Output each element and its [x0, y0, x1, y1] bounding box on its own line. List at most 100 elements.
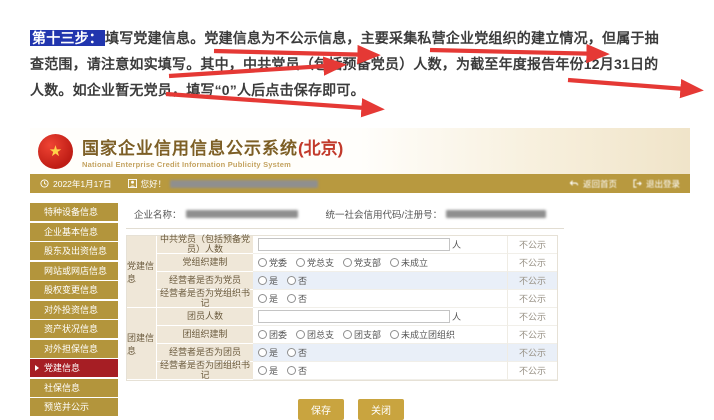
company-info-line: 企业名称： 统一社会信用代码/注册号：	[126, 203, 564, 229]
user-icon	[128, 179, 137, 188]
radio-league-secretary-yes[interactable]: 是	[258, 364, 278, 377]
step-label: 第十三步：	[30, 30, 105, 46]
radio-party-secretary-no[interactable]: 否	[287, 292, 307, 305]
sidebar-item-guarantee[interactable]: 对外担保信息	[30, 340, 118, 358]
radio-party-branch[interactable]: 党支部	[343, 256, 381, 269]
radio-label: 是	[269, 364, 278, 377]
logout-icon	[633, 179, 642, 188]
radio-label: 未成立团组织	[401, 328, 455, 341]
publicity-status: 不公示	[507, 254, 557, 272]
row-label-operator-is-league-secretary: 经营者是否为团组织书记	[157, 362, 253, 380]
form-actions: 保存 关闭	[126, 399, 690, 420]
radio-label: 团总支	[307, 328, 334, 341]
instruction-block: 第十三步：填写党建信息。党建信息为不公示信息，主要采集私营企业党组织的建立情况，…	[30, 25, 698, 103]
radio-icon	[287, 294, 296, 303]
sidebar-item-basic-info[interactable]: 企业基本信息	[30, 223, 118, 241]
radio-icon	[343, 330, 352, 339]
site-header: ★ 国家企业信用信息公示系统(北京) National Enterprise C…	[30, 128, 690, 174]
save-button[interactable]: 保存	[298, 399, 344, 420]
company-name-label: 企业名称：	[134, 207, 182, 221]
radio-label: 党支部	[354, 256, 381, 269]
sidebar-item-shareholders[interactable]: 股东及出资信息	[30, 242, 118, 260]
user-greeting: 您好！	[128, 178, 319, 190]
sidebar-item-label: 党建信息	[44, 363, 80, 373]
league-members-count-input[interactable]	[258, 310, 450, 323]
table-row: 是 否	[253, 290, 507, 308]
radio-icon	[258, 348, 267, 357]
site-body: 特种设备信息 企业基本信息 股东及出资信息 网站或网店信息 股权变更信息 对外投…	[30, 196, 690, 420]
instruction-line-2: 查范围，请注意如实填写。其中，中共党员（包括预备党员）人数，为截至年度报告年份1…	[30, 51, 698, 77]
greeting-text: 您好！	[141, 178, 167, 190]
sidebar-item-investment[interactable]: 对外投资信息	[30, 301, 118, 319]
sidebar-item-party-building[interactable]: 党建信息	[30, 359, 118, 377]
radio-icon	[343, 258, 352, 267]
sidebar-item-special-equipment[interactable]: 特种设备信息	[30, 203, 118, 221]
sidebar-item-assets[interactable]: 资产状况信息	[30, 320, 118, 338]
sidebar-item-social-security[interactable]: 社保信息	[30, 379, 118, 397]
table-row: 是 否	[253, 362, 507, 380]
instruction-line-1: 第十三步：填写党建信息。党建信息为不公示信息，主要采集私营企业党组织的建立情况，…	[30, 25, 698, 51]
radio-operator-party-no[interactable]: 否	[287, 274, 307, 287]
radio-icon	[390, 330, 399, 339]
radio-league-branch[interactable]: 团支部	[343, 328, 381, 341]
sidebar-item-equity-change[interactable]: 股权变更信息	[30, 281, 118, 299]
publicity-status: 不公示	[507, 236, 557, 254]
radio-league-general-branch[interactable]: 团总支	[296, 328, 334, 341]
redacted-credit-code	[446, 210, 546, 218]
radio-label: 未成立	[401, 256, 428, 269]
radio-operator-league-yes[interactable]: 是	[258, 346, 278, 359]
group-label-party: 党建信息	[127, 236, 157, 308]
radio-label: 团委	[269, 328, 287, 341]
top-bar-left: 2022年1月17日 您好！	[40, 178, 318, 190]
logout-link[interactable]: 退出登录	[633, 178, 680, 190]
instruction-text-3: 人数。如企业暂无党员，填写“0”人后点击保存即可。	[30, 82, 365, 98]
group-label-league: 团建信息	[127, 308, 157, 380]
radio-operator-party-yes[interactable]: 是	[258, 274, 278, 287]
radio-label: 是	[269, 292, 278, 305]
radio-icon	[287, 276, 296, 285]
radio-league-secretary-no[interactable]: 否	[287, 364, 307, 377]
unit-suffix: 人	[452, 238, 461, 251]
radio-label: 党委	[269, 256, 287, 269]
top-bar: 2022年1月17日 您好！ 返回首页 退出登录	[30, 174, 690, 193]
radio-label: 是	[269, 274, 278, 287]
radio-league-committee[interactable]: 团委	[258, 328, 287, 341]
row-label-league-members-count: 团员人数	[157, 308, 253, 326]
sidebar-item-website[interactable]: 网站或网店信息	[30, 262, 118, 280]
radio-party-general-branch[interactable]: 党总支	[296, 256, 334, 269]
date-text: 2022年1月17日	[53, 178, 112, 190]
radio-label: 党总支	[307, 256, 334, 269]
row-label-party-members-count: 中共党员（包括预备党员）人数	[157, 236, 253, 254]
site-title-region: (北京)	[298, 139, 343, 158]
unit-suffix: 人	[452, 310, 461, 323]
row-label-party-org-structure: 党组织建制	[157, 254, 253, 272]
radio-icon	[287, 348, 296, 357]
table-row: 人	[253, 308, 507, 326]
publicity-system-window: ★ 国家企业信用信息公示系统(北京) National Enterprise C…	[30, 128, 690, 420]
table-row: 是 否	[253, 272, 507, 290]
site-title: 国家企业信用信息公示系统(北京)	[82, 134, 343, 159]
return-home-link[interactable]: 返回首页	[569, 178, 617, 190]
top-bar-right: 返回首页 退出登录	[569, 178, 680, 190]
radio-label: 否	[298, 364, 307, 377]
radio-party-not-established[interactable]: 未成立	[390, 256, 428, 269]
table-row: 人	[253, 236, 507, 254]
publicity-status: 不公示	[507, 290, 557, 308]
publicity-status: 不公示	[507, 326, 557, 344]
site-subtitle: National Enterprise Credit Information P…	[82, 160, 343, 169]
sidebar-item-preview-publicize[interactable]: 预览并公示	[30, 398, 118, 416]
radio-party-committee[interactable]: 党委	[258, 256, 287, 269]
publicity-status: 不公示	[507, 308, 557, 326]
radio-icon	[296, 330, 305, 339]
sidebar-nav: 特种设备信息 企业基本信息 股东及出资信息 网站或网店信息 股权变更信息 对外投…	[30, 203, 118, 420]
close-button[interactable]: 关闭	[358, 399, 404, 420]
table-row: 是 否	[253, 344, 507, 362]
party-building-form: 党建信息 中共党员（包括预备党员）人数 人 不公示 党组织建制 党委 党总支 党…	[126, 235, 558, 381]
site-title-text: 国家企业信用信息公示系统	[82, 139, 298, 158]
radio-operator-league-no[interactable]: 否	[287, 346, 307, 359]
party-members-count-input[interactable]	[258, 238, 450, 251]
main-panel: 企业名称： 统一社会信用代码/注册号： 党建信息 中共党员（包括预备党员）人数 …	[126, 203, 690, 420]
radio-league-not-established[interactable]: 未成立团组织	[390, 328, 455, 341]
radio-party-secretary-yes[interactable]: 是	[258, 292, 278, 305]
clock-icon	[40, 179, 49, 188]
